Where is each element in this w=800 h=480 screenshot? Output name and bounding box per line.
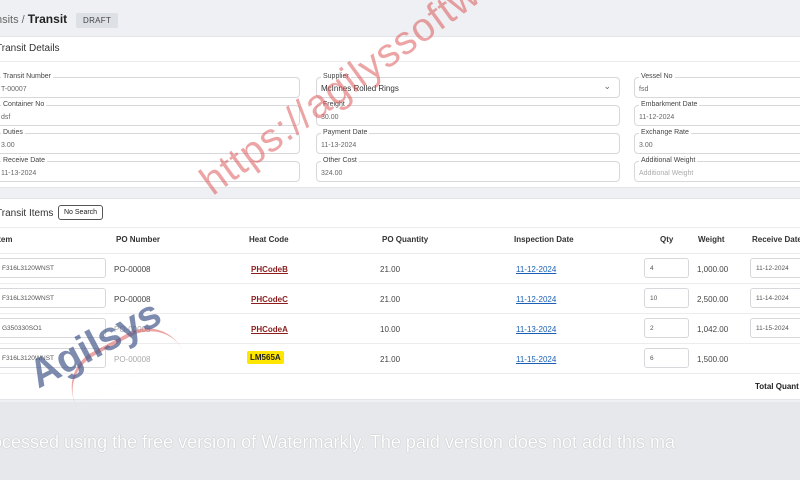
watermark-notice-bar: ocessed using the free version of Waterm… xyxy=(0,402,800,480)
field-value: 3.00 xyxy=(1,142,15,149)
status-badge: DRAFT xyxy=(76,13,119,28)
section-title: Transit Items xyxy=(0,208,54,219)
inspection-date-link[interactable]: 11-12-2024 xyxy=(516,265,556,274)
weight-cell: 1,500.00 xyxy=(697,355,729,364)
field-value: dsf xyxy=(1,114,11,121)
heat-code-highlight[interactable]: LM565A xyxy=(247,351,284,364)
receive-date-input[interactable]: 11-15-2024 xyxy=(750,318,800,338)
field-label: Duties xyxy=(1,129,25,137)
po-quantity-cell: 21.00 xyxy=(380,265,401,274)
item-input[interactable]: F316L3120WNST xyxy=(0,288,106,308)
heat-code-link[interactable]: PHCodeC xyxy=(251,295,288,304)
col-header-po-quantity: PO Quantity xyxy=(382,235,429,244)
field-label: Exchange Rate xyxy=(639,129,691,137)
weight-cell: 2,500.00 xyxy=(697,295,729,304)
total-quantity-label: Total Quant xyxy=(755,382,799,391)
field-label: Additional Weight xyxy=(639,157,698,165)
field-value: 3.00 xyxy=(639,142,653,149)
po-quantity-cell: 21.00 xyxy=(380,295,401,304)
field-label: Receive Date xyxy=(1,157,48,165)
field-label: Container No xyxy=(1,101,47,109)
field-label: Transit Number xyxy=(1,73,53,81)
freight-field[interactable]: Freight 30.00 xyxy=(316,101,620,126)
other-cost-field[interactable]: Other Cost 324.00 xyxy=(316,157,620,182)
exchange-rate-field[interactable]: Exchange Rate 3.00 xyxy=(634,129,800,154)
inspection-date-link[interactable]: 11-13-2024 xyxy=(516,325,556,334)
qty-value: 2 xyxy=(650,325,654,332)
inspection-date-link[interactable]: 11-15-2024 xyxy=(516,355,556,364)
embarkment-date-field[interactable]: Embarkment Date 11-12-2024 xyxy=(634,101,800,126)
qty-input[interactable]: 2 xyxy=(644,318,689,338)
breadcrumb: nsits / Transit xyxy=(0,12,67,26)
field-label: Payment Date xyxy=(321,129,370,137)
item-value: F316L3120WNST xyxy=(2,265,55,272)
receive-date-value: 11-14-2024 xyxy=(756,295,789,302)
field-label: Vessel No xyxy=(639,73,675,81)
po-number-cell: PO-00008 xyxy=(114,265,151,274)
receive-date-value: 11-12-2024 xyxy=(756,265,789,272)
qty-value: 6 xyxy=(650,355,654,362)
field-value: 11-13-2024 xyxy=(1,170,37,177)
col-header-inspection-date: Inspection Date xyxy=(514,235,574,244)
col-header-weight: Weight xyxy=(698,235,725,244)
item-value: F316L3120WNST xyxy=(2,295,55,302)
transit-number-field[interactable]: Transit Number T-00007 xyxy=(0,73,300,98)
col-header-qty: Qty xyxy=(660,235,674,244)
field-placeholder: Additional Weight xyxy=(639,170,694,177)
watermark-notice-text: ocessed using the free version of Waterm… xyxy=(0,432,676,452)
section-title: Transit Details xyxy=(0,43,60,54)
payment-date-field[interactable]: Payment Date 11-13-2024 xyxy=(316,129,620,154)
qty-value: 4 xyxy=(650,265,654,272)
qty-input[interactable]: 6 xyxy=(644,348,689,368)
weight-cell: 1,000.00 xyxy=(697,265,729,274)
heat-code-link[interactable]: PHCodeB xyxy=(251,265,288,274)
field-label: Other Cost xyxy=(321,157,359,165)
additional-weight-field[interactable]: Additional Weight Additional Weight xyxy=(634,157,800,182)
po-quantity-cell: 10.00 xyxy=(380,325,401,334)
qty-input[interactable]: 10 xyxy=(644,288,689,308)
field-value: 324.00 xyxy=(321,170,343,177)
field-label: Embarkment Date xyxy=(639,101,700,109)
field-value: 11-12-2024 xyxy=(639,114,675,121)
item-value: G350330SO1 xyxy=(2,325,42,332)
receive-date-input[interactable]: 11-12-2024 xyxy=(750,258,800,278)
page-title: Transit xyxy=(27,12,68,26)
field-value: fsd xyxy=(639,86,649,93)
po-quantity-cell: 21.00 xyxy=(380,355,401,364)
receive-date-input[interactable]: 11-14-2024 xyxy=(750,288,800,308)
no-search-button[interactable]: No Search xyxy=(58,205,104,220)
chevron-down-icon: ⌄ xyxy=(603,81,611,91)
field-value: T-00007 xyxy=(1,86,27,93)
col-header-item: Item xyxy=(0,235,13,244)
col-header-receive-date: Receive Date xyxy=(752,235,800,244)
qty-input[interactable]: 4 xyxy=(644,258,689,278)
col-header-heat-code: Heat Code xyxy=(249,235,289,244)
qty-value: 10 xyxy=(650,295,658,302)
weight-cell: 1,042.00 xyxy=(697,325,729,334)
breadcrumb-parent-link[interactable]: nsits / xyxy=(0,14,25,26)
receive-date-value: 11-15-2024 xyxy=(756,325,789,332)
heat-code-link[interactable]: PHCodeA xyxy=(251,325,288,334)
inspection-date-link[interactable]: 11-12-2024 xyxy=(516,295,556,304)
col-header-po-number: PO Number xyxy=(116,235,161,244)
vessel-no-field[interactable]: Vessel No fsd xyxy=(634,73,800,98)
table-row: F316L3120WNST PO-00008 PHCodeB 21.00 11-… xyxy=(0,253,800,283)
divider xyxy=(0,227,800,228)
field-value: 11-13-2024 xyxy=(321,142,357,149)
item-input[interactable]: F316L3120WNST xyxy=(0,258,106,278)
